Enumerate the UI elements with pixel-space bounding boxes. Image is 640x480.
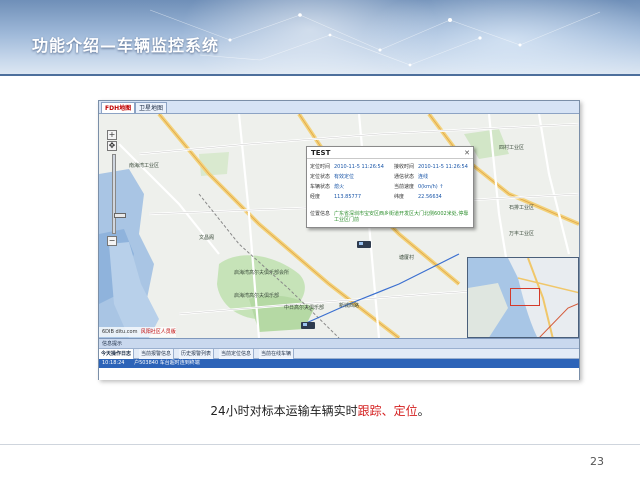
- field-label: 车辆状态: [310, 184, 331, 190]
- map-label: 塘厦村: [399, 255, 415, 261]
- field-label: 当前速度: [394, 184, 415, 190]
- log-time: 10:18:24: [102, 360, 125, 366]
- popup-fields: 定位时间 2010-11-5 11:26:54 接收时间 2010-11-5 1…: [310, 162, 472, 202]
- tab-satellite[interactable]: 卫星地图: [135, 102, 168, 113]
- popup-header: TEST ✕: [307, 147, 473, 159]
- tab-current-alarms[interactable]: 当前报警信息: [139, 349, 175, 359]
- caption-separator: 、: [381, 404, 394, 418]
- field-value: 有效定位: [334, 174, 355, 180]
- caption-text: 24小时对标本运输车辆实时: [210, 404, 358, 418]
- map-label: 启海湾高尔夫俱乐部会所: [234, 270, 290, 276]
- caption-highlight-tracking: 跟踪: [357, 404, 382, 418]
- popup-row: 车辆状态 熄火 当前速度 0(km/h) ↑: [310, 182, 472, 192]
- minimap-viewport[interactable]: [510, 288, 540, 306]
- app-screenshot: FDH地图 卫星地图 文昌阁 启海湾高尔夫俱乐部会所 启海湾高尔夫俱乐部 中日高…: [98, 100, 580, 380]
- map-label: 启海湾高尔夫俱乐部: [234, 293, 280, 299]
- field-value: 113.85777: [334, 194, 362, 200]
- map-label: 中日高尔夫俱乐部: [284, 305, 325, 311]
- slide-title: 功能介绍—车辆监控系统: [32, 36, 220, 55]
- zoom-out-button[interactable]: −: [107, 236, 117, 246]
- map-label: 南海湾工业区: [129, 163, 160, 169]
- field-value: 连线: [418, 174, 429, 180]
- field-label: 接收时间: [394, 164, 415, 170]
- caption-end: 。: [417, 404, 430, 418]
- popup-title: TEST: [311, 149, 331, 157]
- field-value: 0(km/h) ↑: [418, 184, 444, 190]
- info-panel-title: 信息提示: [99, 338, 579, 349]
- log-row[interactable]: 10:18:24 户503840 车台超时连到终端: [99, 359, 579, 368]
- popup-row: 定位状态 有效定位 通信状态 连线: [310, 172, 472, 182]
- banner-divider: [0, 74, 640, 76]
- tab-online-vehicles[interactable]: 当前在线车辆: [259, 349, 295, 359]
- overview-minimap[interactable]: [467, 257, 579, 338]
- map-label: 新城西路: [339, 303, 360, 309]
- zoom-slider-track[interactable]: [112, 154, 126, 234]
- field-label: 定位状态: [310, 174, 331, 180]
- page-number: 23: [590, 455, 604, 468]
- slide-caption: 24小时对标本运输车辆实时跟踪、定位。: [0, 402, 640, 419]
- popup-row: 定位时间 2010-11-5 11:26:54 接收时间 2010-11-5 1…: [310, 162, 472, 172]
- bottom-tab-bar: 今天操作日志 当前报警信息 历史报警列表 当前定位信息 当前在线车辆: [99, 349, 579, 359]
- zoom-in-button[interactable]: +: [107, 130, 117, 140]
- map-label: 四村工业区: [499, 145, 525, 151]
- map-label: 万丰工业区: [509, 231, 535, 237]
- field-label: 纬度: [394, 194, 405, 200]
- zoom-slider-knob[interactable]: [114, 213, 126, 218]
- vehicle-marker: [357, 241, 371, 248]
- zoom-control: + ✥ −: [107, 130, 127, 246]
- field-value: 2010-11-5 11:26:54: [418, 164, 468, 170]
- map-attribution: 6DIB ditu.com 风阳社区人员版: [99, 327, 176, 337]
- field-label: 经度: [310, 194, 321, 200]
- header-banner: 功能介绍—车辆监控系统: [0, 0, 640, 76]
- caption-highlight-positioning: 定位: [393, 404, 418, 418]
- tab-alarm-history[interactable]: 历史报警列表: [179, 349, 215, 359]
- field-value: 22.56634: [418, 194, 442, 200]
- field-label: 位置信息: [310, 211, 331, 217]
- footer-divider: [0, 444, 640, 445]
- popup-row: 经度 113.85777 纬度 22.56634: [310, 192, 472, 202]
- map-label: 文昌阁: [199, 235, 215, 241]
- map-edition: 风阳社区人员版: [140, 329, 176, 335]
- field-label: 通信状态: [394, 174, 415, 180]
- field-value: 熄火: [334, 184, 345, 190]
- map-tab-bar: FDH地图 卫星地图: [99, 101, 579, 114]
- map-view[interactable]: 文昌阁 启海湾高尔夫俱乐部会所 启海湾高尔夫俱乐部 中日高尔夫俱乐部 南海湾工业…: [99, 114, 579, 338]
- close-icon[interactable]: ✕: [464, 147, 470, 159]
- tab-current-location[interactable]: 当前定位信息: [219, 349, 255, 359]
- tab-operation-log[interactable]: 今天操作日志: [99, 349, 135, 359]
- vehicle-info-popup: TEST ✕ 定位时间 2010-11-5 11:26:54 接收时间 2010…: [306, 146, 474, 228]
- map-label: 石排工业区: [509, 205, 535, 211]
- pan-button[interactable]: ✥: [107, 141, 117, 151]
- field-label: 定位时间: [310, 164, 331, 170]
- field-value: 2010-11-5 11:26:54: [334, 164, 384, 170]
- vehicle-marker: [301, 322, 315, 329]
- address-value: 广东省深圳市宝安区西乡街道开发区大门北侧6002米处,停靠工业区门前: [334, 211, 469, 223]
- map-provider: 6DIB ditu.com: [102, 329, 138, 335]
- tab-map[interactable]: FDH地图: [101, 102, 136, 113]
- log-area: [99, 368, 579, 380]
- log-text: 户503840 车台超时连到终端: [134, 360, 200, 366]
